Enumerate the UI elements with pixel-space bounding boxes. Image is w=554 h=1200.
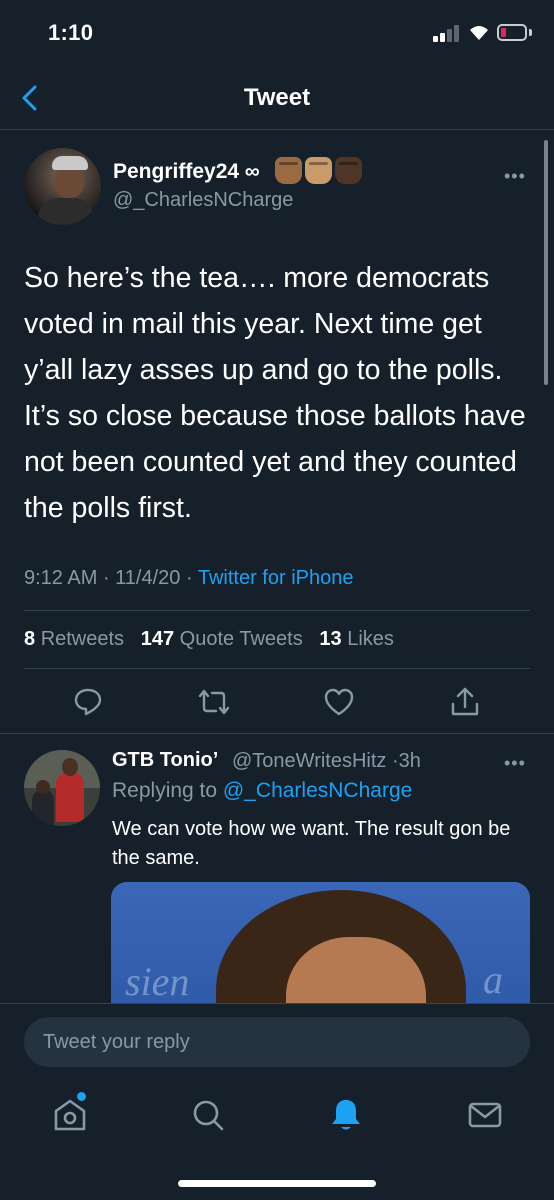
media-background-text: sien bbox=[125, 959, 190, 1004]
raised-fist-icon bbox=[335, 157, 362, 184]
reply-more-options-icon[interactable]: ••• bbox=[504, 753, 526, 774]
cellular-signal-icon bbox=[433, 25, 463, 42]
scrollbar[interactable] bbox=[544, 140, 548, 385]
share-icon[interactable] bbox=[449, 686, 481, 718]
battery-cap bbox=[529, 29, 532, 36]
top-navigation: Tweet bbox=[0, 64, 554, 130]
retweets-stat[interactable]: 8 Retweets bbox=[24, 628, 124, 650]
notifications-bell-icon[interactable] bbox=[326, 1095, 366, 1135]
likes-stat[interactable]: 13 Likes bbox=[319, 628, 394, 650]
quote-tweets-count: 147 bbox=[140, 628, 175, 650]
meta-separator: · bbox=[102, 567, 116, 589]
more-options-icon[interactable]: ••• bbox=[504, 166, 526, 187]
divider bbox=[24, 668, 530, 669]
reply-icon[interactable] bbox=[72, 686, 104, 718]
status-time: 1:10 bbox=[48, 20, 94, 45]
reply-media-image[interactable]: sien a bbox=[111, 882, 530, 1012]
reply-author-meta: @ToneWritesHitz ·3h bbox=[232, 750, 421, 773]
battery-icon bbox=[497, 24, 527, 41]
author-avatar[interactable] bbox=[24, 148, 101, 225]
author-handle[interactable]: @_CharlesNCharge bbox=[113, 189, 293, 212]
home-unread-dot bbox=[77, 1092, 86, 1101]
likes-count: 13 bbox=[319, 628, 342, 650]
raised-fist-icon bbox=[305, 157, 332, 184]
page-title: Tweet bbox=[243, 84, 311, 111]
reply-age: 3h bbox=[398, 750, 421, 772]
quote-tweets-stat[interactable]: 147 Quote Tweets bbox=[141, 628, 303, 650]
tweet-date: 11/4/20 bbox=[115, 567, 181, 589]
reply-text: We can vote how we want. The result gon … bbox=[112, 818, 511, 869]
home-icon[interactable] bbox=[50, 1095, 90, 1135]
wifi-icon bbox=[470, 26, 488, 40]
reply-author-avatar[interactable] bbox=[24, 750, 100, 826]
divider bbox=[24, 610, 530, 611]
replying-to-mention[interactable]: @_CharlesNCharge bbox=[223, 779, 412, 802]
quote-tweets-label: Quote Tweets bbox=[179, 628, 303, 650]
replying-prefix: Replying to bbox=[112, 779, 218, 802]
tweet-time: 9:12 AM bbox=[24, 567, 98, 589]
reply-composer-bar bbox=[0, 1003, 554, 1083]
meta-separator: · bbox=[391, 750, 399, 772]
raised-fist-icon bbox=[275, 157, 302, 184]
retweet-icon[interactable] bbox=[198, 686, 230, 718]
divider bbox=[0, 733, 554, 734]
like-icon[interactable] bbox=[323, 686, 355, 718]
tweet-metadata: 9:12 AM · 11/4/20 · Twitter for iPhone bbox=[24, 567, 353, 590]
author-name[interactable]: Pengriffey24 ∞ bbox=[113, 160, 260, 184]
media-background-text: a bbox=[483, 957, 503, 1002]
retweets-count: 8 bbox=[24, 628, 36, 650]
tweet-source-link[interactable]: Twitter for iPhone bbox=[198, 567, 354, 589]
replying-to: Replying to @_CharlesNCharge bbox=[112, 779, 412, 803]
reply-input[interactable] bbox=[24, 1017, 530, 1067]
reply-author-name[interactable]: GTB Tonio’ bbox=[112, 749, 218, 772]
search-icon[interactable] bbox=[188, 1095, 228, 1135]
meta-separator: · bbox=[185, 567, 198, 589]
messages-envelope-icon[interactable] bbox=[465, 1095, 505, 1135]
reply-author-handle[interactable]: @ToneWritesHitz bbox=[232, 750, 386, 772]
home-indicator[interactable] bbox=[178, 1180, 376, 1187]
likes-label: Likes bbox=[347, 628, 394, 650]
raised-fist-emojis bbox=[275, 157, 362, 184]
status-bar: 1:10 bbox=[0, 0, 554, 64]
tweet-text: So here’s the tea…. more democrats voted… bbox=[24, 262, 526, 524]
retweets-label: Retweets bbox=[40, 628, 125, 650]
tweet-stats: 8 Retweets 147 Quote Tweets 13 Likes bbox=[24, 628, 394, 651]
